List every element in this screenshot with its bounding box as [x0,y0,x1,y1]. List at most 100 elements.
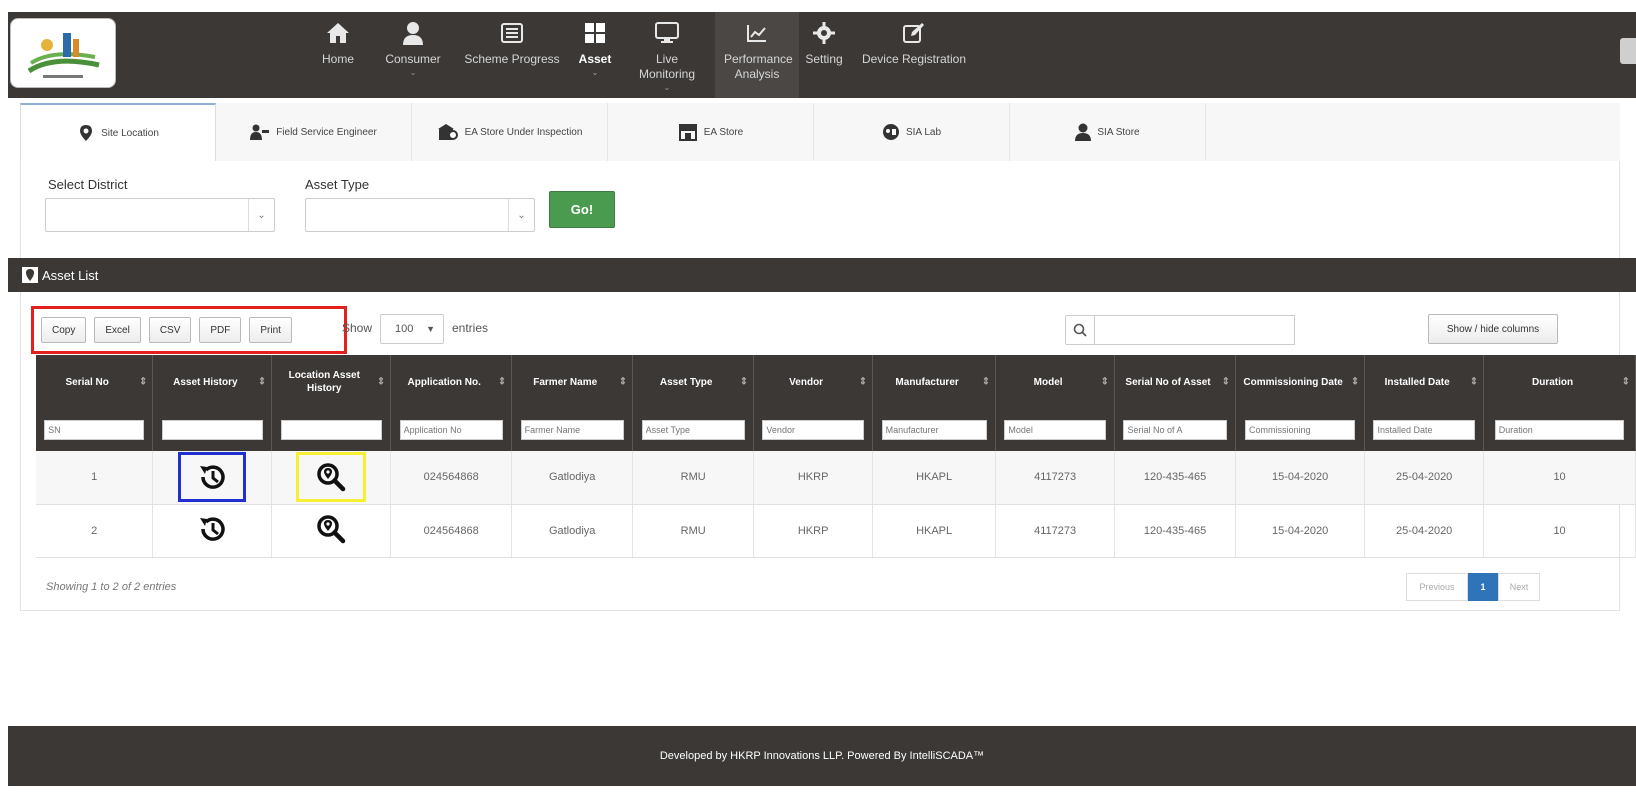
nav-performance-analysis[interactable]: Performance Analysis [715,12,799,98]
tab-ea-store-under-inspection[interactable]: EA Store Under Inspection [412,103,608,161]
col-header-farmer-name[interactable]: Farmer Name ⇕ [511,355,634,409]
col-header-commissioning-date[interactable]: Commissioning Date ⇕ [1235,355,1366,409]
col-header-model[interactable]: Model ⇕ [995,355,1116,409]
cell-vendor: HKRP [753,451,874,505]
cell-serial-no-of-asset: 120-435-465 [1114,504,1237,558]
grid-icon [584,20,606,46]
filter-installed-date[interactable] [1373,420,1475,440]
sort-icon: ⇕ [1100,376,1110,388]
asset-list-header: Asset List [8,258,1636,292]
list-icon [501,20,523,46]
nav-device-registration[interactable]: Device Registration [849,12,979,98]
store-icon [678,124,697,141]
cell-application-no: 024564868 [390,504,513,558]
app-logo[interactable] [10,18,116,88]
table-filter-row [36,409,1636,451]
chevron-down-icon: ⌄ [508,199,534,231]
col-header-vendor[interactable]: Vendor ⇕ [753,355,874,409]
col-header-location-asset-history[interactable]: Location Asset History ⇕ [271,355,392,409]
top-nav-bar: Home Consumer ⌄ Scheme Progress Asset ⌄ … [8,12,1636,98]
cell-asset-history [152,504,273,558]
footer: Developed by HKRP Innovations LLP. Power… [8,726,1636,786]
cell-asset-type: RMU [632,504,755,558]
tab-sia-store[interactable]: SIA Store [1010,103,1206,161]
sort-icon: ⇕ [618,376,628,388]
gear-icon [813,20,835,46]
col-header-asset-history[interactable]: Asset History ⇕ [152,355,273,409]
nav-asset[interactable]: Asset ⌄ [571,12,619,98]
nav-consumer[interactable]: Consumer ⌄ [373,12,453,98]
col-header-duration[interactable]: Duration ⇕ [1483,355,1636,409]
sort-icon: ⇕ [257,376,267,388]
col-header-manufacturer[interactable]: Manufacturer ⇕ [872,355,997,409]
next-page-button[interactable]: Next [1498,573,1540,601]
sort-icon: ⇕ [497,376,507,388]
entries-label: entries [452,321,489,335]
show-hide-columns-button[interactable]: Show / hide columns [1428,314,1558,344]
tab-site-location[interactable]: Site Location [20,103,216,161]
go-button[interactable]: Go! [549,191,615,228]
col-header-installed-date[interactable]: Installed Date ⇕ [1364,355,1485,409]
cell-duration: 10 [1483,504,1636,558]
col-header-serial-no[interactable]: Serial No ⇕ [36,355,154,409]
sort-icon: ⇕ [1350,376,1360,388]
asset-type-label: Asset Type [305,177,370,192]
history-icon[interactable] [197,514,227,544]
show-label: Show [342,321,373,335]
filter-commissioning-date[interactable] [1245,420,1356,440]
filter-serial-no[interactable] [44,420,145,440]
search-icon [1065,315,1095,345]
cell-serial-no: 1 [36,451,154,505]
nav-live-monitoring[interactable]: Live Monitoring ⌄ [619,12,715,98]
chevron-down-icon: ▼ [426,324,435,334]
table-info: Showing 1 to 2 of 2 entries [46,581,177,593]
tab-field-service-engineer[interactable]: Field Service Engineer [216,103,412,161]
filter-asset-type[interactable] [641,420,745,440]
map-marker-icon [80,125,93,141]
tab-empty [1206,103,1620,161]
col-header-application-no[interactable]: Application No. ⇕ [390,355,513,409]
search-input[interactable] [1095,315,1295,345]
table-row: 2 024564868 Gatlodiya RMU HKRP HKAPL 411… [36,504,1636,558]
location-search-icon[interactable] [296,452,367,503]
user-icon [402,20,424,46]
filter-location-asset-history[interactable] [280,420,382,440]
pagination: Previous 1 Next [1406,573,1540,601]
cell-farmer-name: Gatlodiya [511,504,634,558]
history-icon[interactable] [178,452,247,503]
filter-model[interactable] [1004,420,1106,440]
entries-select[interactable]: 100 ▼ [380,314,444,344]
filter-application-no[interactable] [399,420,503,440]
filter-farmer-name[interactable] [520,420,624,440]
cell-commissioning-date: 15-04-2020 [1235,504,1366,558]
nav-setting[interactable]: Setting [799,12,849,98]
cell-application-no: 024564868 [390,451,513,505]
nav-scheme-progress[interactable]: Scheme Progress [453,12,571,98]
table-row: 1 024564868 Gatlodiya RMU HKRP HKAPL 411… [36,451,1636,505]
district-select[interactable]: ⌄ [45,198,275,232]
filter-manufacturer[interactable] [881,420,987,440]
cell-location-asset-history [271,504,392,558]
cell-asset-history [152,451,273,505]
cell-asset-type: RMU [632,451,755,505]
filter-duration[interactable] [1494,420,1625,440]
sort-icon: ⇕ [1469,376,1479,388]
sort-icon: ⇕ [1221,376,1231,388]
location-search-icon[interactable] [316,514,346,544]
filter-vendor[interactable] [762,420,864,440]
asset-type-select[interactable]: ⌄ [305,198,535,232]
map-marker-icon [22,267,38,283]
previous-page-button[interactable]: Previous [1406,573,1468,601]
home-icon [326,20,350,46]
select-district-label: Select District [48,177,128,192]
col-header-asset-type[interactable]: Asset Type ⇕ [632,355,755,409]
filter-asset-history[interactable] [161,420,264,440]
nav-home[interactable]: Home [303,12,373,98]
col-header-serial-no-of-asset[interactable]: Serial No of Asset ⇕ [1114,355,1237,409]
filter-serial-no-of-asset[interactable] [1123,420,1227,440]
tab-sia-lab[interactable]: SIA Lab [814,103,1010,161]
tab-ea-store[interactable]: EA Store [608,103,814,161]
user-menu-icon[interactable] [1620,38,1636,64]
page-1-button[interactable]: 1 [1468,573,1498,601]
sort-icon: ⇕ [858,376,868,388]
